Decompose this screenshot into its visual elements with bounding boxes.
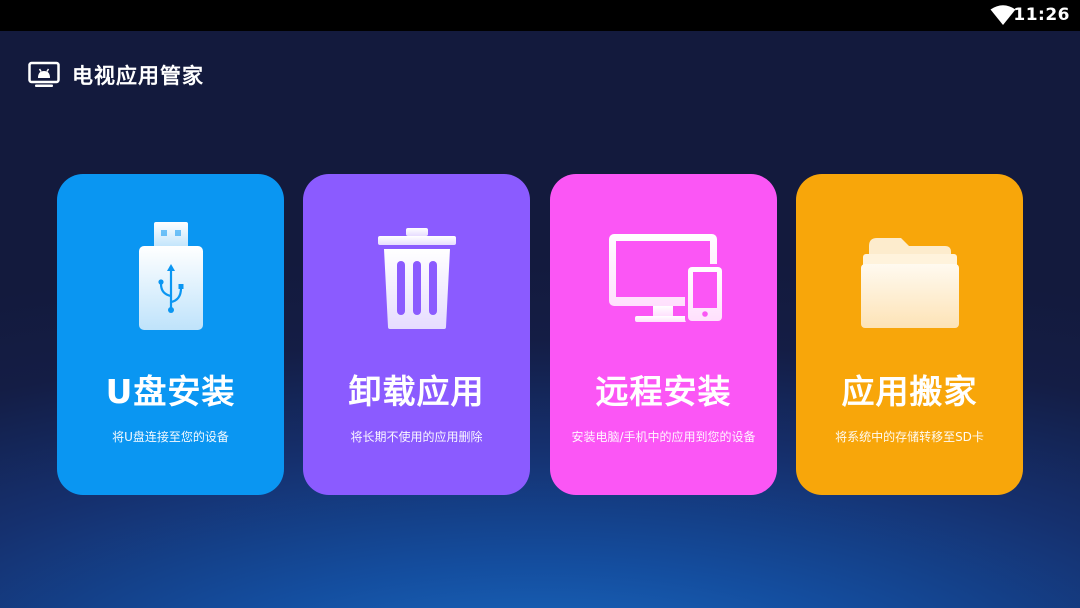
usb-install-card[interactable]: U盘安装 将U盘连接至您的设备	[57, 174, 284, 495]
status-clock: 11:26	[1013, 5, 1070, 25]
app-header: 电视应用管家	[28, 60, 204, 90]
remote-install-card[interactable]: 远程安装 安装电脑/手机中的应用到您的设备	[550, 174, 777, 495]
card-icon-wrap	[303, 216, 530, 336]
tv-icon	[28, 61, 60, 87]
card-icon-wrap	[796, 216, 1023, 336]
card-title: 应用搬家	[841, 372, 978, 411]
card-description: 将系统中的存储转移至SD卡	[835, 430, 984, 444]
card-description: 将长期不使用的应用删除	[350, 430, 483, 444]
trash-icon	[377, 228, 456, 329]
wifi-icon	[990, 5, 1016, 25]
folder-icon	[860, 238, 959, 328]
app-move-card[interactable]: 应用搬家 将系统中的存储转移至SD卡	[796, 174, 1023, 495]
card-icon-wrap	[550, 216, 777, 336]
usb-drive-icon	[138, 222, 203, 330]
card-description: 安装电脑/手机中的应用到您的设备	[571, 430, 756, 444]
uninstall-app-card[interactable]: 卸载应用 将长期不使用的应用删除	[303, 174, 530, 495]
card-title: 卸载应用	[348, 372, 485, 411]
status-bar: 11:26	[0, 0, 1080, 31]
app-title: 电视应用管家	[72, 64, 204, 88]
card-title: U盘安装	[105, 372, 236, 411]
monitor-phone-icon	[608, 234, 725, 324]
card-title: 远程安装	[595, 372, 732, 411]
card-description: 将U盘连接至您的设备	[112, 430, 229, 444]
card-icon-wrap	[57, 216, 284, 336]
